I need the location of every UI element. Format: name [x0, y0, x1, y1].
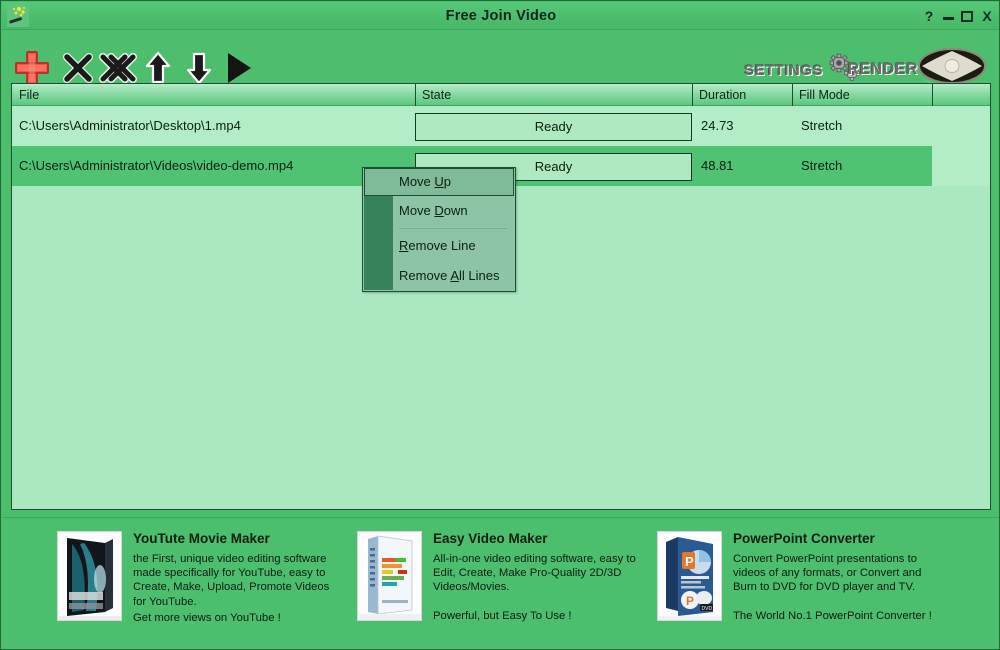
svg-text:P: P: [685, 554, 694, 569]
promo-description: Convert PowerPoint presentations to vide…: [733, 553, 922, 594]
promo-tagline: Get more views on YouTube !: [133, 611, 281, 624]
menu-item-move-down[interactable]: Move Down: [363, 196, 515, 226]
file-list[interactable]: File State Duration Fill Mode C:\Users\A…: [11, 83, 991, 510]
menu-item-remove-line[interactable]: Remove Line: [363, 231, 515, 261]
column-header-fill-mode[interactable]: Fill Mode: [792, 84, 932, 106]
promo-tagline: The World No.1 PowerPoint Converter !: [733, 609, 932, 622]
settings-button[interactable]: Settings: [744, 53, 862, 87]
cell-file: C:\Users\Administrator\Desktop\1.mp4: [19, 118, 241, 133]
svg-text:P: P: [686, 594, 694, 608]
promo-body: Easy Video Maker All-in-one video editin…: [433, 531, 636, 623]
cell-fill-mode: Stretch: [801, 158, 843, 173]
powerpoint-converter-box-icon: P P DVD: [657, 531, 722, 621]
promo-tagline: Powerful, but Easy To Use !: [433, 609, 572, 622]
column-header-duration[interactable]: Duration: [692, 84, 792, 106]
context-menu[interactable]: Move Up Move Down Remove Line Remove All…: [362, 167, 516, 292]
window-title: Free Join Video: [445, 8, 557, 24]
youtube-movie-maker-box-icon: [57, 531, 122, 621]
cell-duration: 24.73: [701, 118, 734, 133]
cell-duration: 48.81: [701, 158, 734, 173]
menu-item-label: Remove Line: [399, 238, 476, 253]
toolbar: Settings: [2, 30, 999, 86]
promo-body: YouTute Movie Maker the First, unique vi…: [133, 531, 329, 625]
menu-item-label: Remove All Lines: [399, 268, 500, 283]
promo-title: YouTute Movie Maker: [133, 531, 270, 546]
title-bar[interactable]: Free Join Video ? X: [2, 2, 999, 30]
cell-file: C:\Users\Administrator\Videos\video-demo…: [19, 158, 294, 173]
close-button[interactable]: X: [979, 8, 995, 24]
column-header-file[interactable]: File: [12, 84, 415, 106]
app-window: Free Join Video ? X SETTINGS RENDER File…: [0, 0, 1000, 650]
menu-item-remove-all-lines[interactable]: Remove All Lines: [363, 261, 515, 291]
cell-state: Ready: [415, 113, 692, 141]
cell-fill-mode: Stretch: [801, 118, 843, 133]
promo-body: PowerPoint Converter Convert PowerPoint …: [733, 531, 932, 623]
list-header-row: File State Duration Fill Mode: [12, 84, 990, 106]
cell-extra: [932, 146, 990, 186]
menu-item-label: Move Up: [399, 174, 452, 189]
column-header-state[interactable]: State: [415, 84, 692, 106]
svg-text:DVD: DVD: [702, 606, 713, 612]
menu-item-label: Move Down: [399, 203, 468, 218]
promo-youtube-movie-maker[interactable]: YouTute Movie Maker the First, unique vi…: [57, 531, 329, 641]
cell-extra: [932, 106, 990, 146]
promo-description: All-in-one video editing software, easy …: [433, 553, 636, 594]
column-header-extra[interactable]: [932, 84, 990, 106]
render-label: Render: [847, 61, 918, 78]
help-button[interactable]: ?: [921, 8, 937, 24]
promo-title: PowerPoint Converter: [733, 531, 875, 546]
promo-title: Easy Video Maker: [433, 531, 548, 546]
promo-description: the First, unique video editing software…: [133, 553, 330, 608]
settings-label: Settings: [743, 61, 823, 79]
promo-strip: YouTute Movie Maker the First, unique vi…: [2, 517, 999, 649]
promo-powerpoint-converter[interactable]: P P DVD PowerPoint Converter Convert Pow…: [657, 531, 932, 641]
minimize-button[interactable]: [940, 8, 956, 24]
table-row[interactable]: C:\Users\Administrator\Desktop\1.mp4 Rea…: [12, 106, 990, 146]
menu-separator: [399, 228, 507, 229]
promo-easy-video-maker[interactable]: Easy Video Maker All-in-one video editin…: [357, 531, 636, 641]
easy-video-maker-box-icon: [357, 531, 422, 621]
menu-item-move-up[interactable]: Move Up: [364, 168, 514, 196]
maximize-button[interactable]: [959, 8, 975, 24]
